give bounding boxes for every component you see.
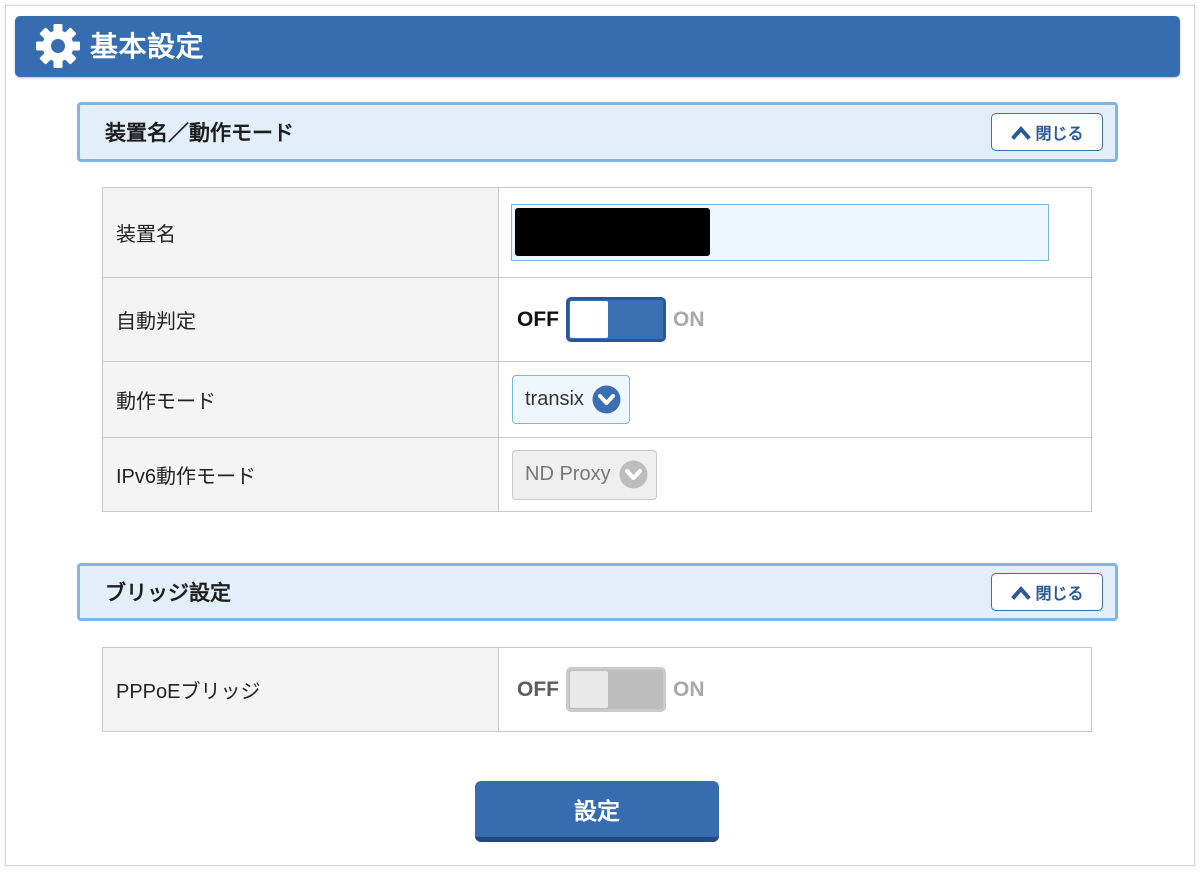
page-header: 基本設定 <box>15 16 1180 77</box>
section-title: ブリッジ設定 <box>105 582 231 605</box>
field-label: PPPoEブリッジ <box>103 648 499 731</box>
ipv6-mode-select: ND Proxy <box>512 449 657 500</box>
close-button-label: 閉じる <box>1035 586 1084 603</box>
operation-mode-select[interactable]: transix <box>512 375 630 424</box>
chevron-up-icon <box>1011 125 1032 140</box>
toggle-on-label: ON <box>673 677 705 701</box>
chevron-down-circle-icon <box>619 460 648 489</box>
pppoe-bridge-toggle <box>566 667 666 712</box>
toggle-knob <box>570 301 608 338</box>
select-value: ND Proxy <box>525 463 611 485</box>
field-label: 自動判定 <box>103 278 499 361</box>
field-label: 装置名 <box>103 188 499 277</box>
chevron-up-icon <box>1011 585 1032 600</box>
device-name-input[interactable] <box>511 204 1049 261</box>
pppoe-bridge-toggle-group: OFF ON <box>517 667 705 712</box>
chevron-down-circle-icon <box>592 385 621 414</box>
settings-table-device-mode: 装置名 自動判定 OFF ON 動作モード transix IPv6動作モード … <box>102 187 1092 512</box>
table-row: 自動判定 OFF ON <box>103 277 1091 361</box>
submit-button[interactable]: 設定 <box>475 781 719 842</box>
auto-detect-toggle-group: OFF ON <box>517 297 705 342</box>
field-label: IPv6動作モード <box>103 438 499 511</box>
toggle-knob <box>570 671 608 708</box>
table-row: IPv6動作モード ND Proxy <box>103 437 1091 511</box>
toggle-off-label: OFF <box>517 677 559 701</box>
close-button-label: 閉じる <box>1035 126 1084 143</box>
page-title: 基本設定 <box>90 31 205 62</box>
field-value: OFF ON <box>499 278 1091 361</box>
field-label: 動作モード <box>103 362 499 437</box>
toggle-on-label: ON <box>673 307 705 331</box>
close-section-button[interactable]: 閉じる <box>991 113 1103 151</box>
auto-detect-toggle[interactable] <box>566 297 666 342</box>
table-row: PPPoEブリッジ OFF ON <box>103 648 1091 731</box>
table-row: 動作モード transix <box>103 361 1091 437</box>
section-title: 装置名／動作モード <box>105 122 294 145</box>
table-row: 装置名 <box>103 188 1091 277</box>
select-value: transix <box>525 388 584 410</box>
field-value <box>499 188 1091 277</box>
section-header-bridge: ブリッジ設定 閉じる <box>77 563 1118 621</box>
field-value: transix <box>499 362 1091 437</box>
close-section-button[interactable]: 閉じる <box>991 573 1103 611</box>
redacted-value <box>515 208 710 256</box>
field-value: ND Proxy <box>499 438 1091 511</box>
section-header-device-mode: 装置名／動作モード 閉じる <box>77 102 1118 162</box>
toggle-off-label: OFF <box>517 307 559 331</box>
gear-icon <box>36 24 80 68</box>
field-value: OFF ON <box>499 648 1091 731</box>
settings-table-bridge: PPPoEブリッジ OFF ON <box>102 647 1092 732</box>
